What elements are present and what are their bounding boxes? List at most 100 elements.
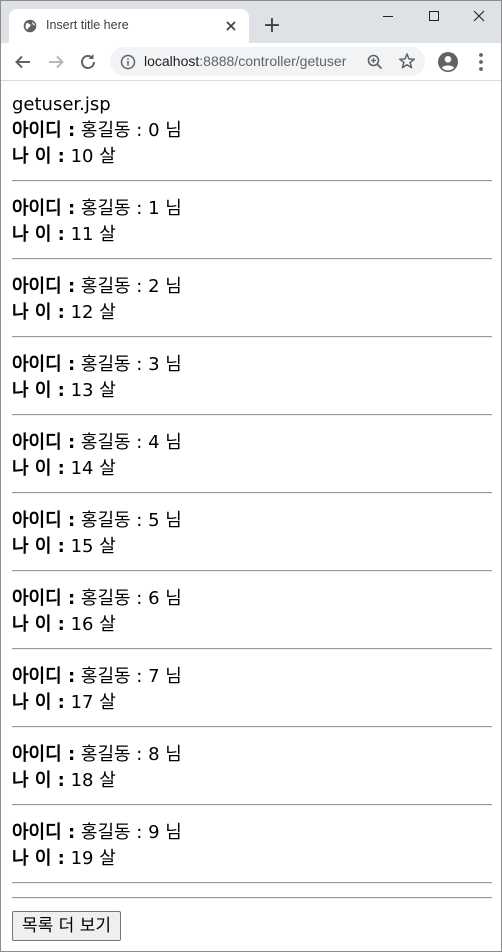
id-value: 홍길동 : 1 님 <box>80 198 182 219</box>
id-label: 아이디 : <box>12 666 76 687</box>
age-label: 나 이 : <box>12 692 65 713</box>
user-entry: 아이디 : 홍길동 : 7 님나 이 : 17 살 <box>12 663 492 728</box>
page-heading: getuser.jsp <box>12 94 111 115</box>
id-line: 아이디 : 홍길동 : 1 님 <box>12 196 492 222</box>
address-bar[interactable]: localhost:8888/controller/getuser <box>110 47 425 76</box>
age-value: 12 살 <box>70 302 116 323</box>
entry-divider <box>12 336 492 338</box>
age-line: 나 이 : 17 살 <box>12 690 492 716</box>
id-value: 홍길동 : 0 님 <box>80 120 182 141</box>
entry-divider <box>12 726 492 728</box>
age-value: 15 살 <box>70 536 116 557</box>
tab-strip: Insert title here + <box>1 1 501 43</box>
reload-icon[interactable] <box>76 50 100 74</box>
browser-window: Insert title here + localhost:8888/contr… <box>0 0 502 952</box>
id-line: 아이디 : 홍길동 : 6 님 <box>12 586 492 612</box>
minimize-icon[interactable] <box>365 1 411 31</box>
age-label: 나 이 : <box>12 770 65 791</box>
more-menu-icon[interactable] <box>471 51 491 73</box>
entry-divider <box>12 882 492 884</box>
user-entry: 아이디 : 홍길동 : 5 님나 이 : 15 살 <box>12 507 492 572</box>
user-list: 아이디 : 홍길동 : 0 님나 이 : 10 살 아이디 : 홍길동 : 1 님… <box>12 117 492 884</box>
age-value: 14 살 <box>70 458 116 479</box>
id-value: 홍길동 : 7 님 <box>80 666 182 687</box>
entry-divider <box>12 258 492 260</box>
entry-divider <box>12 414 492 416</box>
id-value: 홍길동 : 9 님 <box>80 822 182 843</box>
age-line: 나 이 : 13 살 <box>12 378 492 404</box>
id-label: 아이디 : <box>12 276 76 297</box>
user-entry: 아이디 : 홍길동 : 2 님나 이 : 12 살 <box>12 273 492 338</box>
page-content: getuser.jsp 아이디 : 홍길동 : 0 님나 이 : 10 살 아이디… <box>12 93 492 941</box>
user-entry: 아이디 : 홍길동 : 4 님나 이 : 14 살 <box>12 429 492 494</box>
id-line: 아이디 : 홍길동 : 5 님 <box>12 508 492 534</box>
globe-icon <box>23 19 37 33</box>
age-line: 나 이 : 15 살 <box>12 534 492 560</box>
profile-avatar-icon[interactable] <box>437 51 459 73</box>
id-line: 아이디 : 홍길동 : 9 님 <box>12 820 492 846</box>
tab-title: Insert title here <box>46 18 129 32</box>
age-label: 나 이 : <box>12 380 65 401</box>
id-value: 홍길동 : 3 님 <box>80 354 182 375</box>
user-entry: 아이디 : 홍길동 : 8 님나 이 : 18 살 <box>12 741 492 806</box>
id-value: 홍길동 : 4 님 <box>80 432 182 453</box>
forward-arrow-icon[interactable] <box>44 50 68 74</box>
url-text[interactable]: localhost:8888/controller/getuser <box>144 53 356 69</box>
user-entry: 아이디 : 홍길동 : 1 님나 이 : 11 살 <box>12 195 492 260</box>
age-label: 나 이 : <box>12 224 65 245</box>
age-value: 11 살 <box>70 224 116 245</box>
id-label: 아이디 : <box>12 354 76 375</box>
close-tab-icon[interactable] <box>223 18 239 34</box>
entry-divider <box>12 648 492 650</box>
id-line: 아이디 : 홍길동 : 0 님 <box>12 118 492 144</box>
age-value: 13 살 <box>70 380 116 401</box>
id-label: 아이디 : <box>12 822 76 843</box>
id-label: 아이디 : <box>12 120 76 141</box>
age-line: 나 이 : 11 살 <box>12 222 492 248</box>
user-entry: 아이디 : 홍길동 : 3 님나 이 : 13 살 <box>12 351 492 416</box>
age-value: 19 살 <box>70 848 116 869</box>
entry-divider <box>12 180 492 182</box>
age-label: 나 이 : <box>12 458 65 479</box>
id-line: 아이디 : 홍길동 : 3 님 <box>12 352 492 378</box>
back-arrow-icon[interactable] <box>11 50 35 74</box>
zoom-icon[interactable] <box>366 53 384 71</box>
age-value: 10 살 <box>70 146 116 167</box>
url-path: :8888/controller/getuser <box>199 53 347 69</box>
age-line: 나 이 : 16 살 <box>12 612 492 638</box>
id-line: 아이디 : 홍길동 : 4 님 <box>12 430 492 456</box>
active-tab[interactable]: Insert title here <box>9 9 249 43</box>
age-value: 17 살 <box>70 692 116 713</box>
user-entry: 아이디 : 홍길동 : 0 님나 이 : 10 살 <box>12 117 492 182</box>
age-label: 나 이 : <box>12 302 65 323</box>
age-line: 나 이 : 19 살 <box>12 846 492 872</box>
info-icon[interactable] <box>120 54 136 70</box>
id-line: 아이디 : 홍길동 : 8 님 <box>12 742 492 768</box>
age-label: 나 이 : <box>12 536 65 557</box>
age-value: 18 살 <box>70 770 116 791</box>
entry-divider <box>12 492 492 494</box>
maximize-icon[interactable] <box>411 1 457 31</box>
age-label: 나 이 : <box>12 848 65 869</box>
browser-toolbar: localhost:8888/controller/getuser <box>1 43 501 81</box>
age-line: 나 이 : 12 살 <box>12 300 492 326</box>
load-more-button[interactable]: 목록 더 보기 <box>12 911 122 941</box>
id-label: 아이디 : <box>12 744 76 765</box>
id-label: 아이디 : <box>12 432 76 453</box>
close-window-icon[interactable] <box>456 1 502 31</box>
entry-divider <box>12 804 492 806</box>
id-line: 아이디 : 홍길동 : 2 님 <box>12 274 492 300</box>
id-label: 아이디 : <box>12 588 76 609</box>
url-host: localhost <box>144 53 200 69</box>
new-tab-button[interactable]: + <box>261 15 283 38</box>
id-line: 아이디 : 홍길동 : 7 님 <box>12 664 492 690</box>
entry-divider <box>12 570 492 572</box>
age-label: 나 이 : <box>12 614 65 635</box>
age-line: 나 이 : 10 살 <box>12 144 492 170</box>
bookmark-star-icon[interactable] <box>398 52 416 70</box>
list-end-divider <box>12 897 492 899</box>
age-line: 나 이 : 18 살 <box>12 768 492 794</box>
id-label: 아이디 : <box>12 510 76 531</box>
id-value: 홍길동 : 5 님 <box>80 510 182 531</box>
id-value: 홍길동 : 2 님 <box>80 276 182 297</box>
